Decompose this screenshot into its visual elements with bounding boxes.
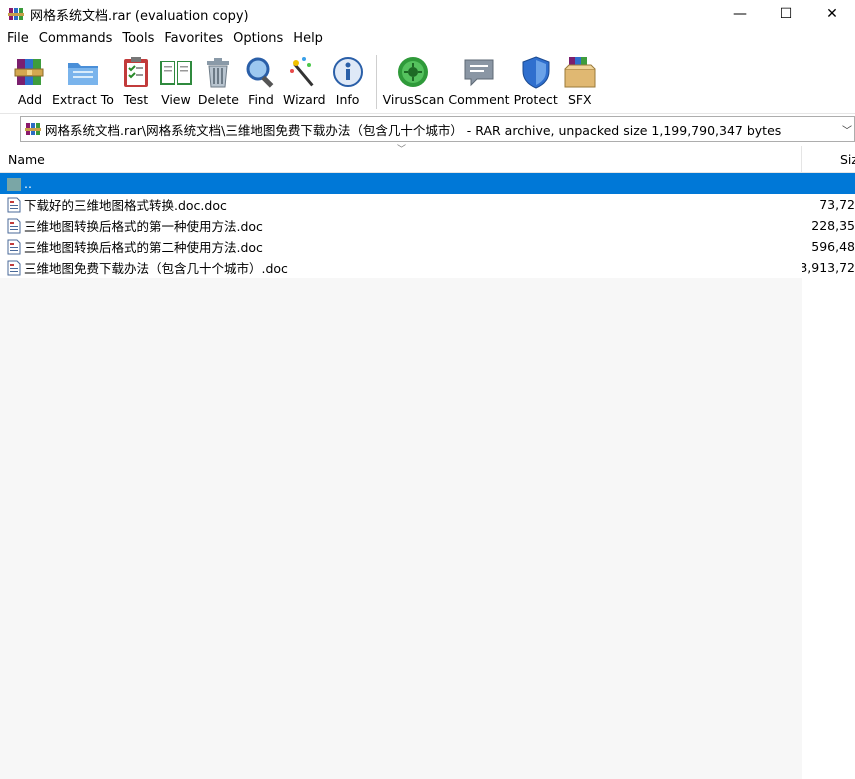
file-name: 三维地图转换后格式的第二种使用方法.doc bbox=[24, 240, 263, 255]
chevron-down-icon[interactable]: ﹀ bbox=[840, 122, 854, 137]
info-button[interactable]: Info bbox=[330, 49, 366, 107]
close-button[interactable]: ✕ bbox=[809, 0, 855, 28]
shield-icon bbox=[518, 54, 554, 90]
file-list: .. 下载好的三维地图格式转换.doc.doc 73,72 三维地图转换后格式的… bbox=[0, 173, 855, 278]
comment-label: Comment bbox=[448, 92, 510, 107]
menu-commands[interactable]: Commands bbox=[34, 31, 118, 46]
view-button[interactable]: View bbox=[158, 49, 194, 107]
virus-scan-icon bbox=[395, 54, 431, 90]
sfx-label: SFX bbox=[567, 92, 592, 107]
column-name-label: Name bbox=[8, 151, 45, 167]
delete-button[interactable]: Delete bbox=[198, 49, 239, 107]
list-item-parent-folder[interactable]: .. bbox=[0, 173, 855, 194]
magic-wand-icon bbox=[286, 54, 322, 90]
find-button[interactable]: Find bbox=[243, 49, 279, 107]
menu-help[interactable]: Help bbox=[288, 31, 328, 46]
address-bar[interactable]: 网格系统文档.rar\网格系统文档\三维地图免费下载办法（包含几十个城市） - … bbox=[20, 116, 855, 142]
folder-up-icon bbox=[6, 176, 22, 192]
extract-to-label: Extract To bbox=[52, 92, 114, 107]
list-item[interactable]: 三维地图转换后格式的第一种使用方法.doc 228,35 bbox=[0, 215, 855, 236]
empty-list-area bbox=[0, 278, 855, 779]
test-button[interactable]: Test bbox=[118, 49, 154, 107]
window-title: 网格系统文档.rar (evaluation copy) bbox=[30, 8, 249, 24]
title-bar: 网格系统文档.rar (evaluation copy) — ☐ ✕ bbox=[0, 0, 855, 28]
menu-favorites[interactable]: Favorites bbox=[159, 31, 228, 46]
minimize-button[interactable]: — bbox=[717, 0, 763, 28]
file-name: 三维地图转换后格式的第一种使用方法.doc bbox=[24, 219, 263, 234]
wizard-label: Wizard bbox=[282, 92, 326, 107]
menu-bar: File Commands Tools Favorites Options He… bbox=[0, 28, 855, 49]
extract-to-button[interactable]: Extract To bbox=[52, 49, 114, 107]
column-size-header[interactable]: Size bbox=[802, 146, 855, 172]
file-size: 228,35 bbox=[811, 218, 855, 233]
test-clipboard-icon bbox=[118, 54, 154, 90]
extract-folder-icon bbox=[65, 54, 101, 90]
sfx-box-icon bbox=[562, 54, 598, 90]
menu-file[interactable]: File bbox=[2, 31, 34, 46]
file-size: 73,72 bbox=[819, 197, 855, 212]
menu-tools[interactable]: Tools bbox=[117, 31, 159, 46]
add-button[interactable]: Add bbox=[12, 49, 48, 107]
sort-chevron-icon: ﹀ bbox=[397, 145, 407, 155]
magnifier-icon bbox=[243, 54, 279, 90]
info-label: Info bbox=[335, 92, 360, 107]
column-size-label: Size bbox=[840, 151, 855, 167]
toolbar: Add Extract To Test View Delete Find Wiz… bbox=[0, 49, 855, 114]
protect-label: Protect bbox=[513, 92, 558, 107]
doc-file-icon bbox=[6, 239, 22, 255]
list-item[interactable]: 三维地图免费下载办法（包含几十个城市）.doc 3,913,72 bbox=[0, 257, 855, 278]
address-path: 网格系统文档.rar\网格系统文档\三维地图免费下载办法（包含几十个城市） - … bbox=[45, 122, 782, 138]
winrar-app-icon bbox=[8, 6, 24, 22]
file-size: 596,48 bbox=[811, 239, 855, 254]
virusscan-button[interactable]: VirusScan bbox=[382, 49, 445, 107]
file-name: 三维地图免费下载办法（包含几十个城市）.doc bbox=[24, 261, 288, 276]
doc-file-icon bbox=[6, 260, 22, 276]
file-name: 下载好的三维地图格式转换.doc.doc bbox=[24, 198, 227, 213]
view-book-icon bbox=[158, 54, 194, 90]
name-column-area bbox=[0, 278, 802, 779]
find-label: Find bbox=[248, 92, 274, 107]
menu-options[interactable]: Options bbox=[228, 31, 288, 46]
doc-file-icon bbox=[6, 218, 22, 234]
sfx-button[interactable]: SFX bbox=[562, 49, 598, 107]
archive-icon bbox=[25, 121, 41, 137]
delete-label: Delete bbox=[197, 92, 239, 107]
file-size: 3,913,72 bbox=[802, 260, 855, 275]
column-header: Name Size ﹀ bbox=[0, 145, 855, 173]
comment-button[interactable]: Comment bbox=[448, 49, 510, 107]
view-label: View bbox=[161, 92, 191, 107]
virusscan-label: VirusScan bbox=[382, 92, 445, 107]
add-archive-icon bbox=[12, 54, 48, 90]
toolbar-separator bbox=[375, 55, 377, 109]
trash-can-icon bbox=[200, 54, 236, 90]
wizard-button[interactable]: Wizard bbox=[283, 49, 326, 107]
protect-button[interactable]: Protect bbox=[514, 49, 558, 107]
test-label: Test bbox=[123, 92, 149, 107]
list-item[interactable]: 三维地图转换后格式的第二种使用方法.doc 596,48 bbox=[0, 236, 855, 257]
list-item[interactable]: 下载好的三维地图格式转换.doc.doc 73,72 bbox=[0, 194, 855, 215]
doc-file-icon bbox=[6, 197, 22, 213]
add-label: Add bbox=[17, 92, 43, 107]
file-name: .. bbox=[24, 176, 32, 191]
comment-icon bbox=[461, 54, 497, 90]
maximize-button[interactable]: ☐ bbox=[763, 0, 809, 28]
info-icon bbox=[330, 54, 366, 90]
